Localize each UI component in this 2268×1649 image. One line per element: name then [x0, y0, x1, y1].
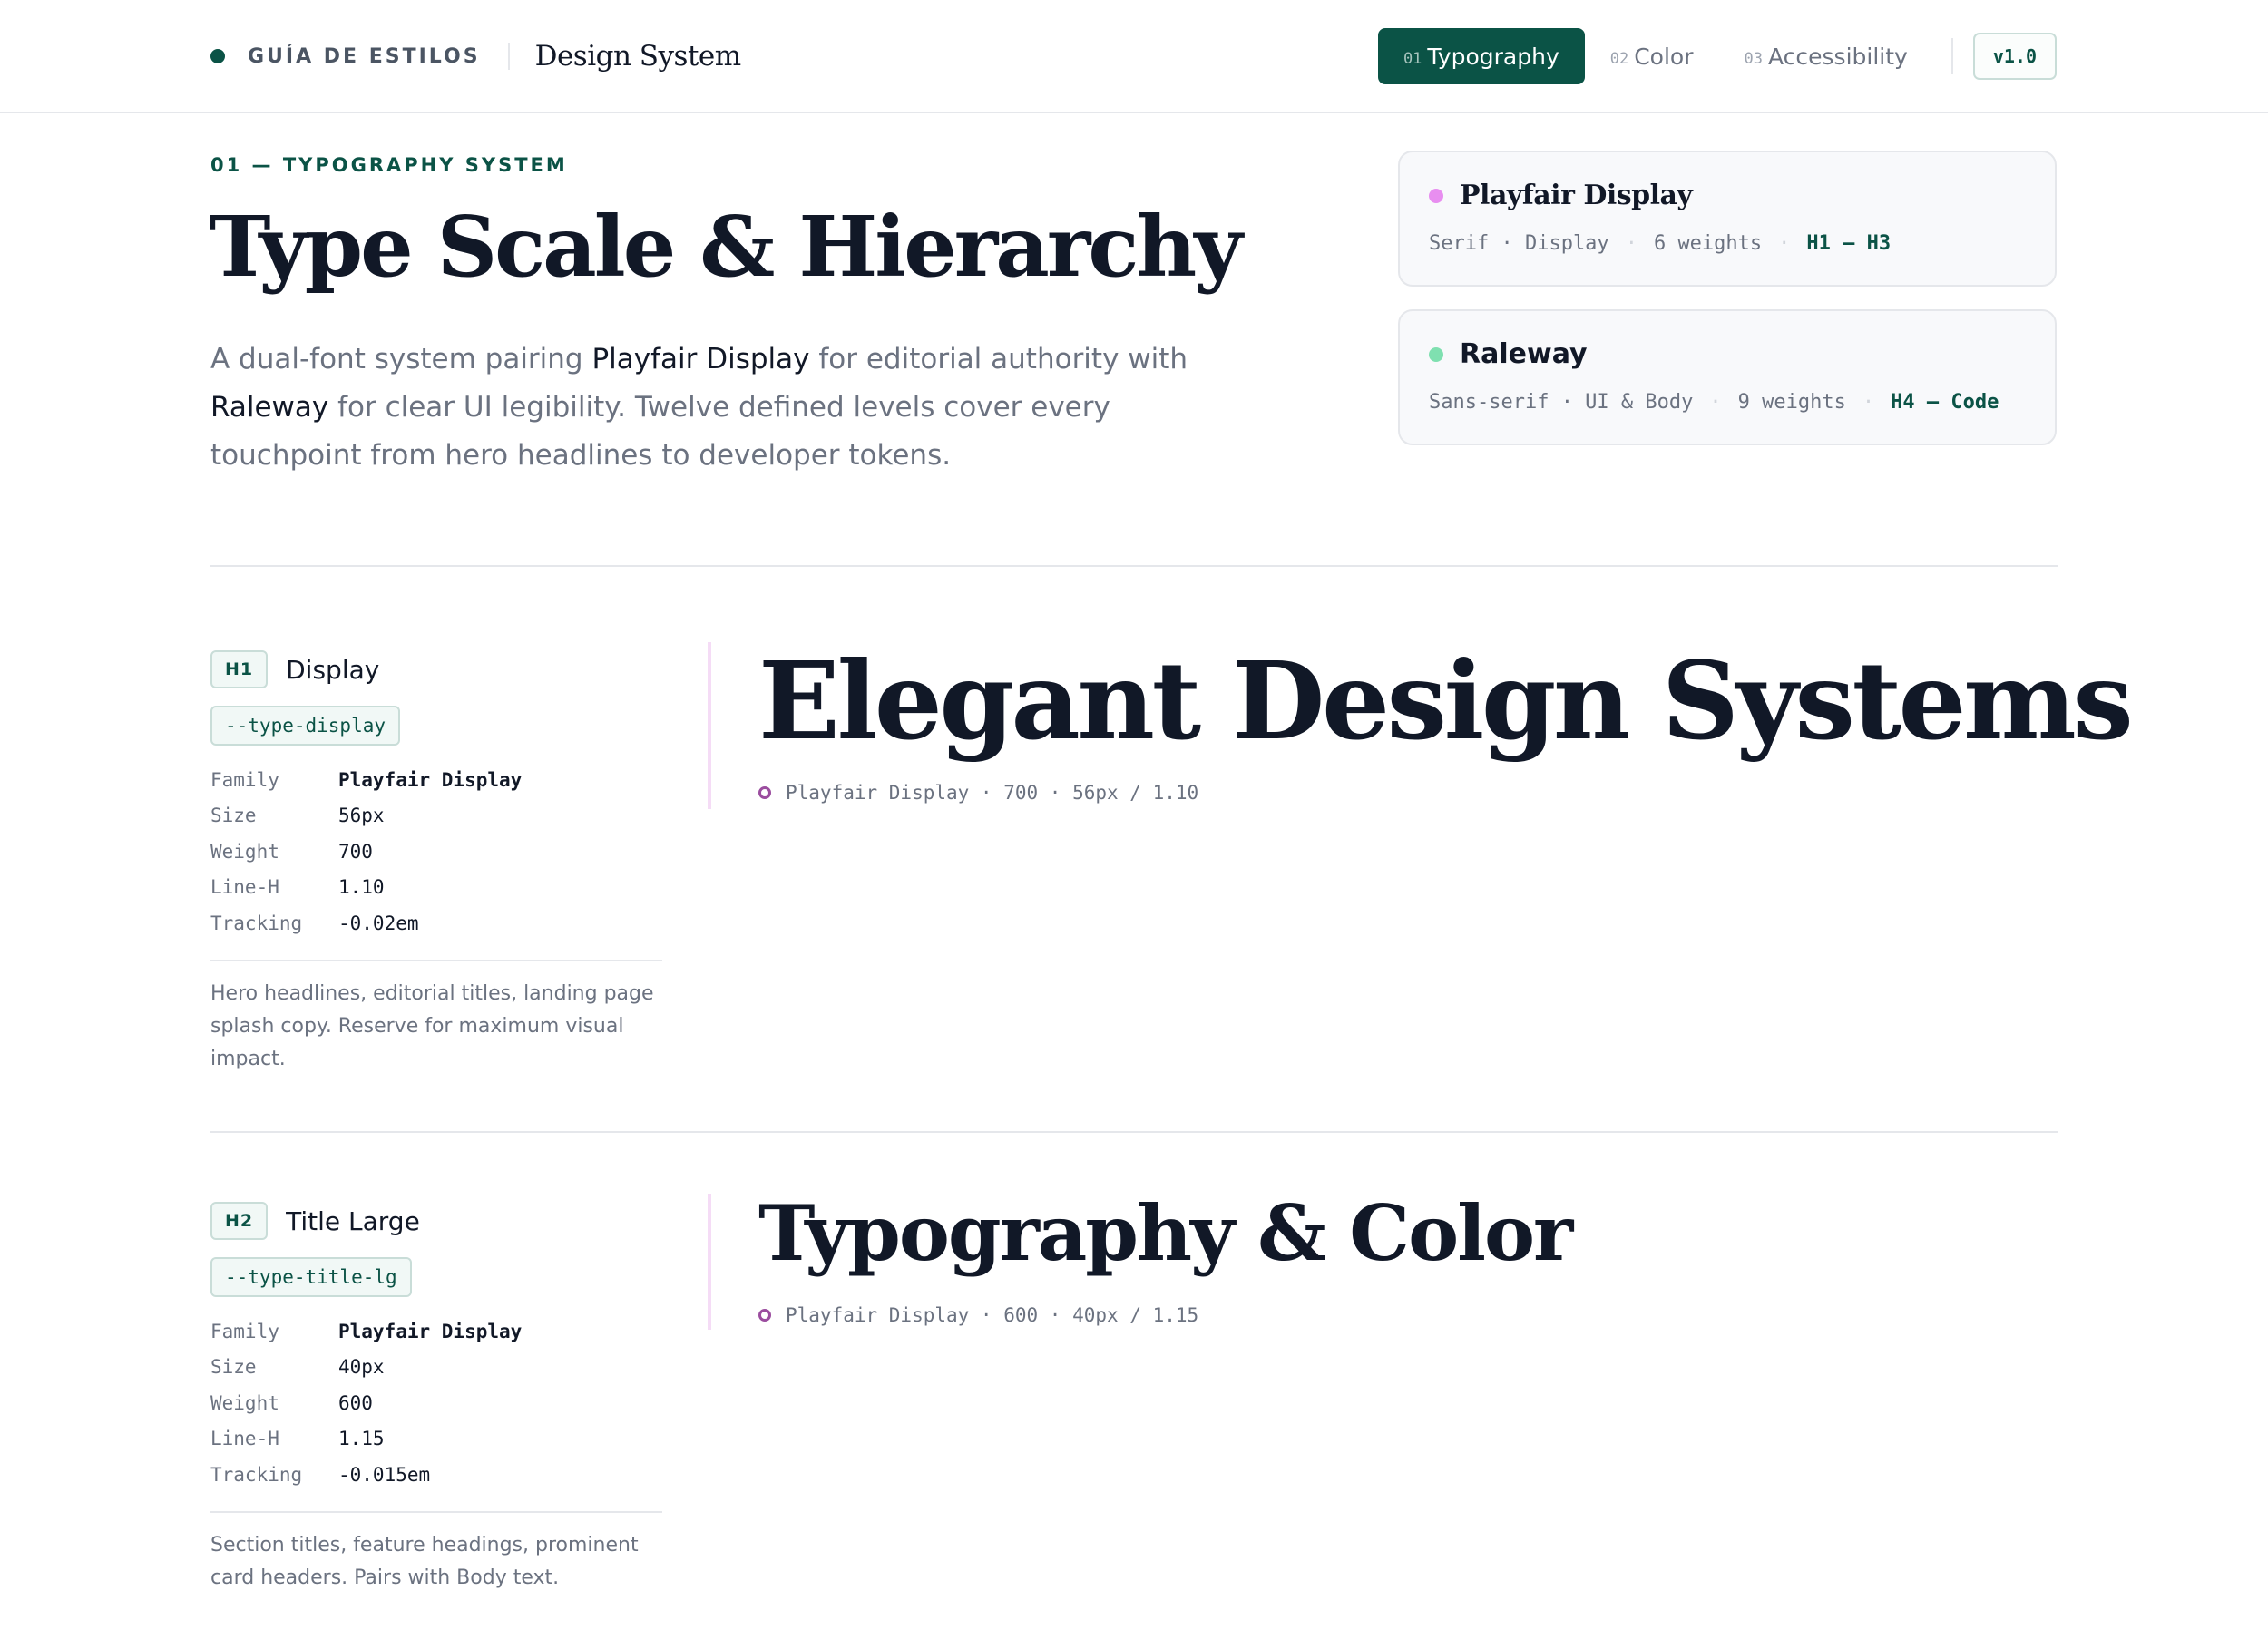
- type-spec-h1: H1 Display --type-display Family Playfair…: [210, 649, 662, 1076]
- level-name: Display: [286, 654, 380, 685]
- version-badge[interactable]: v1.0: [1972, 33, 2057, 80]
- meta-separator: ·: [1778, 232, 1791, 255]
- property-key: Weight: [210, 840, 279, 863]
- font-color-dot-icon: [1429, 188, 1443, 203]
- property-key: Tracking: [210, 912, 303, 934]
- property-value: 700: [338, 840, 373, 863]
- spec-divider: [210, 1510, 662, 1513]
- property-value: 1.15: [338, 1428, 385, 1450]
- property-key: Line-H: [210, 1428, 279, 1450]
- property-value: 40px: [338, 1356, 385, 1379]
- tab-number: 02: [1609, 49, 1629, 68]
- sample-caption: Playfair Display · 700 · 56px / 1.10: [758, 782, 1198, 804]
- description-text: for editorial authority with: [809, 343, 1188, 376]
- property-row: Tracking -0.02em: [210, 905, 662, 942]
- property-key: Size: [210, 1356, 257, 1379]
- property-value: Playfair Display: [338, 1320, 523, 1342]
- brand[interactable]: GUÍA DE ESTILOS Design System: [210, 0, 741, 112]
- property-row: Weight 700: [210, 834, 662, 870]
- font-card-name: Raleway: [1460, 338, 1588, 370]
- section-divider: [210, 565, 2058, 567]
- font-card-range: H4 – Code: [1891, 391, 1999, 414]
- property-value: 56px: [338, 805, 385, 827]
- tab-label: Color: [1634, 43, 1694, 70]
- section-divider: [210, 1131, 2058, 1133]
- brand-title: Design System: [534, 40, 742, 73]
- type-spec-h2: H2 Title Large --type-title-lg Family Pla…: [210, 1201, 662, 1595]
- type-sample-h1: Elegant Design Systems: [758, 638, 2134, 764]
- level-badge: H1: [210, 650, 269, 688]
- meta-separator: ·: [1625, 232, 1637, 255]
- top-nav-bar: GUÍA DE ESTILOS Design System 01 Typogra…: [0, 0, 2268, 113]
- property-value: 1.10: [338, 876, 385, 899]
- page-description: A dual-font system pairing Playfair Disp…: [210, 336, 1227, 480]
- property-value: -0.015em: [338, 1463, 431, 1486]
- tab-number: 01: [1403, 49, 1422, 68]
- tab-accessibility[interactable]: 03 Accessibility: [1719, 28, 1933, 84]
- level-badge: H2: [210, 1202, 269, 1240]
- sample-caption: Playfair Display · 600 · 40px / 1.15: [758, 1304, 1198, 1326]
- tab-label: Typography: [1427, 43, 1559, 70]
- property-row: Family Playfair Display: [210, 1313, 662, 1350]
- css-token[interactable]: --type-title-lg: [210, 1257, 412, 1297]
- property-row: Weight 600: [210, 1385, 662, 1421]
- property-key: Family: [210, 1320, 279, 1342]
- caption-text: Playfair Display · 700 · 56px / 1.10: [786, 782, 1199, 804]
- description-text: for clear UI legibility. Twelve defined …: [210, 391, 1110, 472]
- font-card-playfair[interactable]: Playfair Display Serif · Display · 6 wei…: [1398, 151, 2057, 287]
- property-row: Line-H 1.15: [210, 1421, 662, 1458]
- caption-text: Playfair Display · 600 · 40px / 1.15: [786, 1304, 1199, 1326]
- property-row: Line-H 1.10: [210, 870, 662, 906]
- property-value: -0.02em: [338, 912, 419, 934]
- sample-accent-bar: [708, 642, 711, 809]
- usage-note: Hero headlines, editorial titles, landin…: [210, 981, 654, 1070]
- spec-divider: [210, 959, 662, 961]
- font-card-weights: 9 weights: [1737, 391, 1846, 414]
- caption-ring-icon: [758, 1309, 771, 1322]
- font-card-classification: Sans-serif · UI & Body: [1429, 391, 1694, 414]
- property-key: Line-H: [210, 876, 279, 899]
- nav-divider: [1950, 38, 1953, 74]
- property-key: Size: [210, 805, 257, 827]
- type-sample-h2: Typography & Color: [758, 1188, 1573, 1278]
- meta-separator: ·: [1709, 391, 1722, 414]
- font-card-classification: Serif · Display: [1429, 232, 1609, 255]
- tab-number: 03: [1744, 49, 1763, 68]
- sample-accent-bar: [708, 1194, 711, 1330]
- description-font-name: Raleway: [210, 391, 329, 424]
- meta-separator: ·: [1862, 391, 1875, 414]
- font-card-raleway[interactable]: Raleway Sans-serif · UI & Body · 9 weigh…: [1398, 309, 2057, 445]
- property-row: Size 40px: [210, 1350, 662, 1386]
- type-properties: Family Playfair Display Size 40px Weight 60…: [210, 1313, 662, 1493]
- property-value: 600: [338, 1391, 373, 1414]
- font-color-dot-icon: [1429, 346, 1443, 362]
- usage-note: Section titles, feature headings, promin…: [210, 1533, 639, 1589]
- description-font-name: Playfair Display: [591, 343, 810, 376]
- tab-label: Accessibility: [1767, 43, 1908, 70]
- level-name: Title Large: [286, 1205, 420, 1236]
- property-key: Family: [210, 768, 279, 791]
- property-value: Playfair Display: [338, 768, 523, 791]
- section-eyebrow: 01 — TYPOGRAPHY SYSTEM: [210, 154, 568, 176]
- type-properties: Family Playfair Display Size 56px Weight 70…: [210, 762, 662, 942]
- property-row: Size 56px: [210, 798, 662, 834]
- page-title: Type Scale & Hierarchy: [209, 198, 1243, 296]
- font-card-range: H1 – H3: [1806, 232, 1892, 255]
- property-key: Weight: [210, 1391, 279, 1414]
- brand-label: GUÍA DE ESTILOS: [248, 44, 481, 68]
- css-token[interactable]: --type-display: [210, 706, 401, 746]
- font-card-name: Playfair Display: [1460, 180, 1693, 211]
- property-row: Tracking -0.015em: [210, 1457, 662, 1493]
- section-tabs: 01 Typography 02 Color 03 Accessibility …: [1377, 0, 2057, 112]
- description-text: A dual-font system pairing: [210, 343, 592, 376]
- caption-ring-icon: [758, 786, 771, 799]
- property-key: Tracking: [210, 1463, 303, 1486]
- brand-dot-icon: [210, 49, 225, 63]
- tab-typography[interactable]: 01 Typography: [1377, 28, 1585, 84]
- font-card-weights: 6 weights: [1653, 232, 1763, 255]
- tab-color[interactable]: 02 Color: [1585, 28, 1719, 84]
- property-row: Family Playfair Display: [210, 762, 662, 798]
- brand-divider: [507, 43, 510, 70]
